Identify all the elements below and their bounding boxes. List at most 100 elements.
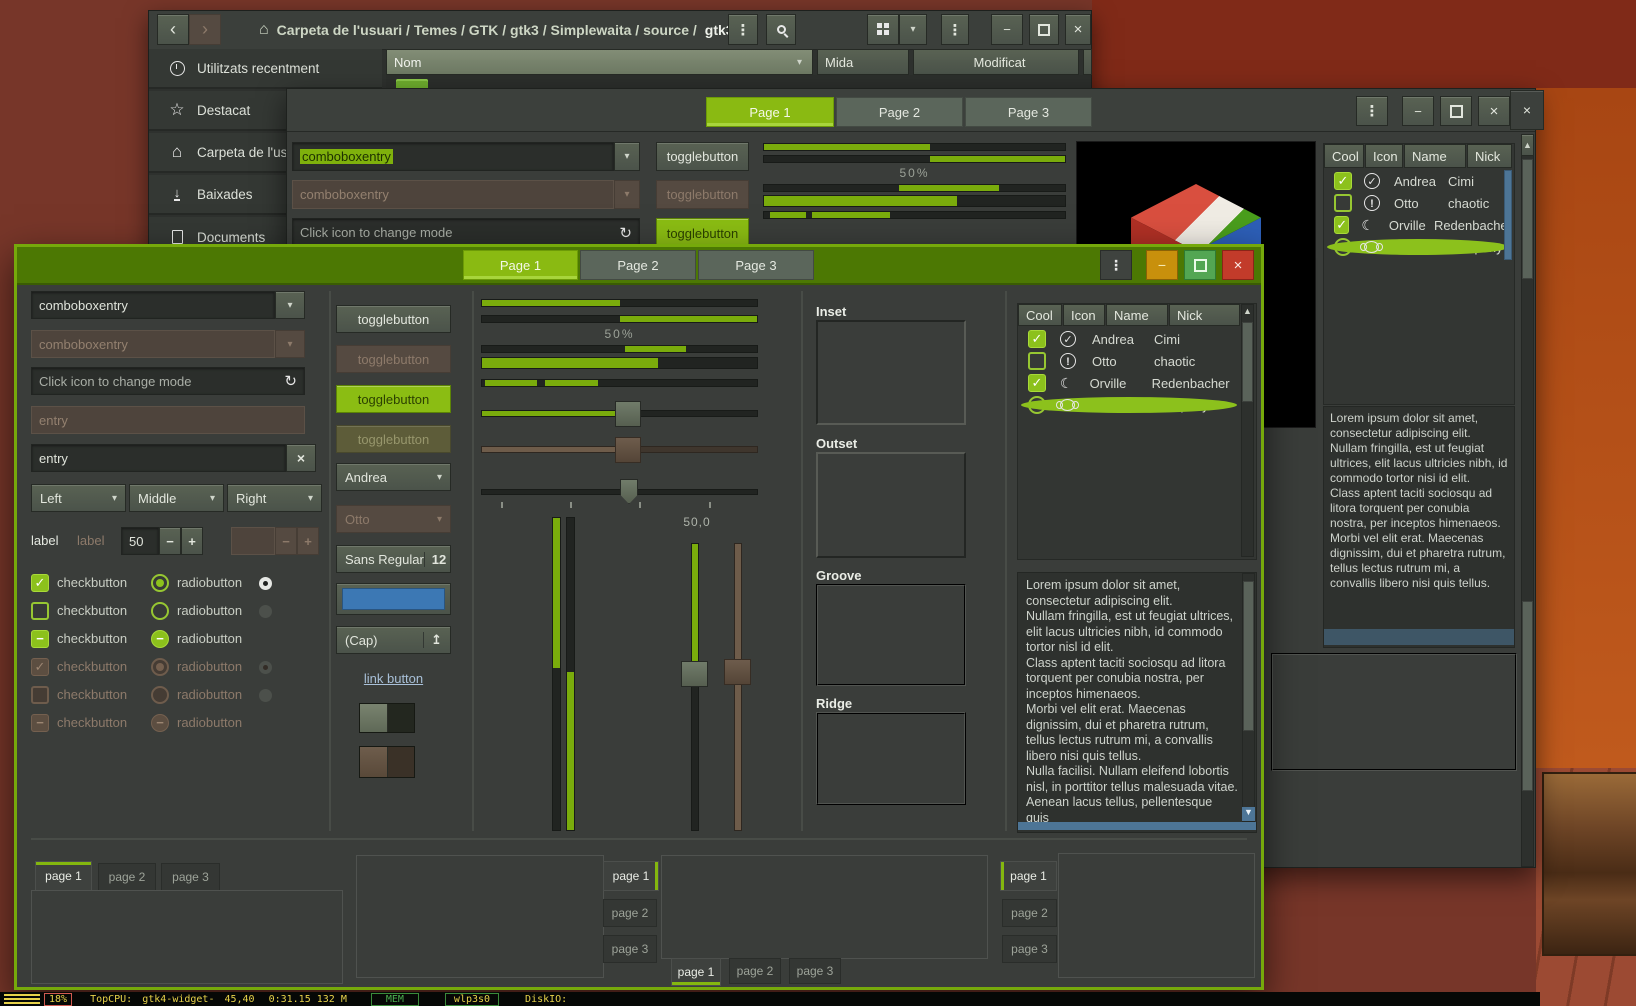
notebook-c-tab-page1[interactable]: page 1 xyxy=(671,958,721,986)
w4-togglebutton[interactable]: togglebutton xyxy=(336,305,451,333)
w4-dropdown-middle[interactable]: Middle▾ xyxy=(129,484,224,512)
fm-minimize-button[interactable]: − xyxy=(991,14,1023,45)
w4-comboboxentry[interactable]: comboboxentry xyxy=(31,291,275,319)
w4-row-andrea[interactable]: ✓ ✓ Andrea Cimi xyxy=(1018,328,1240,350)
background-window-close-button[interactable]: × xyxy=(1510,90,1544,130)
paned-separator[interactable] xyxy=(1005,291,1007,831)
checkbutton-checked[interactable]: ✓ xyxy=(31,574,49,592)
radio-selected-icon[interactable] xyxy=(1334,238,1352,256)
w3-row-benjamin[interactable]: Benjamin Company xyxy=(1324,236,1512,258)
w4-font-button[interactable]: Sans Regular12 xyxy=(336,545,451,573)
notebook-d-tab-page1[interactable]: page 1 xyxy=(1000,861,1057,891)
cpu-percent[interactable]: 18% xyxy=(44,993,72,1006)
w4-tab-page2[interactable]: Page 2 xyxy=(580,250,696,280)
w4-row-orville[interactable]: ✓ ☾ Orville Redenbacher xyxy=(1018,372,1240,394)
w4-hscale-marks-handle[interactable] xyxy=(620,479,638,504)
w3-scroll-up-button[interactable]: ▲ xyxy=(1521,134,1534,156)
radiobutton-indeterminate[interactable]: − xyxy=(151,630,169,648)
notebook-d-tab-page3[interactable]: page 3 xyxy=(1002,935,1057,963)
notebook-c-tab-page3[interactable]: page 3 xyxy=(789,958,841,984)
checkbox-checked-icon[interactable]: ✓ xyxy=(1028,330,1046,348)
radio-selected-icon[interactable] xyxy=(1028,396,1046,414)
w3-textview[interactable]: Lorem ipsum dolor sit amet, consectetur … xyxy=(1323,406,1515,648)
fm-menu-button[interactable]: ⋮ xyxy=(728,14,758,45)
fm-search-button[interactable] xyxy=(766,14,796,45)
w4-text-hscrollbar[interactable] xyxy=(1018,822,1256,830)
w4-vscale-handle[interactable] xyxy=(681,661,708,687)
breadcrumb[interactable]: ⌂ Carpeta de l'usuari / Temes / GTK / gt… xyxy=(259,21,734,39)
w4-comboboxentry-arrow[interactable]: ▾ xyxy=(275,291,305,319)
checkbox-checked-icon[interactable]: ✓ xyxy=(1334,216,1349,234)
w4-hscale-marks[interactable] xyxy=(481,489,758,495)
fm-view-dropdown[interactable]: ▾ xyxy=(899,14,927,45)
notebook-b-tab-page3[interactable]: page 3 xyxy=(603,935,657,963)
notebook-a-tab-page1[interactable]: page 1 xyxy=(35,861,92,891)
w4-cap-dropdown[interactable]: (Cap)↥ xyxy=(336,626,451,654)
w3-scrollbar-thumb[interactable] xyxy=(1522,159,1533,279)
fm-view-grid-button[interactable] xyxy=(867,14,899,45)
w3-col-name[interactable]: Name xyxy=(1404,144,1466,168)
w3-scrollbar-thumb2[interactable] xyxy=(1522,601,1533,791)
notebook-b-tab-page1[interactable]: page 1 xyxy=(603,861,659,891)
w3-maximize-button[interactable] xyxy=(1440,96,1472,126)
w3-list-scrollbar-thumb[interactable] xyxy=(1504,170,1512,260)
checkbutton-unchecked[interactable] xyxy=(31,602,49,620)
checkbox-checked-icon[interactable]: ✓ xyxy=(1334,172,1352,190)
w4-color-button[interactable] xyxy=(336,583,451,615)
back-button[interactable]: ‹ xyxy=(157,14,189,45)
w4-entry-clear-button[interactable]: × xyxy=(286,444,316,472)
w3-tab-page2[interactable]: Page 2 xyxy=(836,97,963,127)
paned-separator-horizontal[interactable] xyxy=(31,838,1247,840)
column-header-size[interactable]: Mida xyxy=(817,49,909,75)
w4-entry[interactable]: entry xyxy=(31,444,286,472)
checkbutton-indeterminate[interactable]: − xyxy=(31,630,49,648)
refresh-icon[interactable]: ↻ xyxy=(284,372,297,390)
w4-col-cool[interactable]: Cool xyxy=(1018,304,1062,326)
scale-dot-active[interactable] xyxy=(259,577,272,590)
w4-tab-page1[interactable]: Page 1 xyxy=(463,250,578,280)
w3-col-icon[interactable]: Icon xyxy=(1365,144,1403,168)
scale-dot[interactable] xyxy=(259,605,272,618)
w3-minimize-button[interactable]: − xyxy=(1402,96,1434,126)
paned-separator[interactable] xyxy=(329,291,331,831)
notebook-d-tab-page2[interactable]: page 2 xyxy=(1002,899,1057,927)
notebook-c-tab-page2[interactable]: page 2 xyxy=(729,958,781,984)
w4-dropdown-left[interactable]: Left▾ xyxy=(31,484,126,512)
w4-menu-button[interactable]: ⋮ xyxy=(1100,250,1132,280)
w4-spin-minus-button[interactable]: − xyxy=(159,527,181,555)
w4-combobox-name[interactable]: Andrea▾ xyxy=(336,463,451,491)
checkbox-checked-icon[interactable]: ✓ xyxy=(1028,374,1046,392)
w4-maximize-button[interactable] xyxy=(1184,250,1216,280)
w4-textview[interactable]: Lorem ipsum dolor sit amet, consectetur … xyxy=(1017,572,1257,833)
column-header-name[interactable]: Nom▾ xyxy=(386,49,813,75)
forward-button[interactable]: › xyxy=(189,14,221,45)
sidebar-item-recent[interactable]: Utilitzats recentment xyxy=(149,49,382,89)
w3-togglebutton[interactable]: togglebutton xyxy=(656,142,749,171)
paned-separator[interactable] xyxy=(801,291,803,831)
w4-col-nick[interactable]: Nick xyxy=(1169,304,1240,326)
w3-row-orville[interactable]: ✓ ☾ Orville Redenbacher xyxy=(1324,214,1512,236)
mem-indicator[interactable]: MEM xyxy=(371,993,419,1006)
w3-comboboxentry-arrow[interactable]: ▾ xyxy=(614,142,640,171)
w4-col-name[interactable]: Name xyxy=(1106,304,1168,326)
w3-col-cool[interactable]: Cool xyxy=(1324,144,1364,168)
w3-row-otto[interactable]: ! Otto chaotic xyxy=(1324,192,1512,214)
w3-tab-page3[interactable]: Page 3 xyxy=(965,97,1092,127)
w4-row-otto[interactable]: ! Otto chaotic xyxy=(1018,350,1240,372)
notebook-b-tab-page2[interactable]: page 2 xyxy=(603,899,657,927)
w4-text-scrollbar-thumb[interactable] xyxy=(1243,581,1254,731)
w3-menu-button[interactable]: ⋮ xyxy=(1356,96,1388,126)
w3-tab-page1[interactable]: Page 1 xyxy=(706,97,834,127)
w4-dropdown-right[interactable]: Right▾ xyxy=(227,484,322,512)
paned-separator[interactable] xyxy=(472,291,474,831)
w4-row-benjamin[interactable]: Benjamin Company xyxy=(1018,394,1240,416)
refresh-icon[interactable]: ↻ xyxy=(619,224,632,242)
w4-switch-off[interactable] xyxy=(359,703,415,733)
fm-maximize-button[interactable] xyxy=(1029,14,1059,45)
notebook-a-tab-page2[interactable]: page 2 xyxy=(98,863,156,891)
checkbox-unchecked-icon[interactable] xyxy=(1028,352,1046,370)
w4-spin-plus-button[interactable]: + xyxy=(181,527,203,555)
w4-tab-page3[interactable]: Page 3 xyxy=(698,250,814,280)
w3-icon-entry[interactable]: Click icon to change mode↻ xyxy=(292,218,640,247)
w4-list-scroll-up[interactable]: ▲ xyxy=(1241,306,1254,320)
